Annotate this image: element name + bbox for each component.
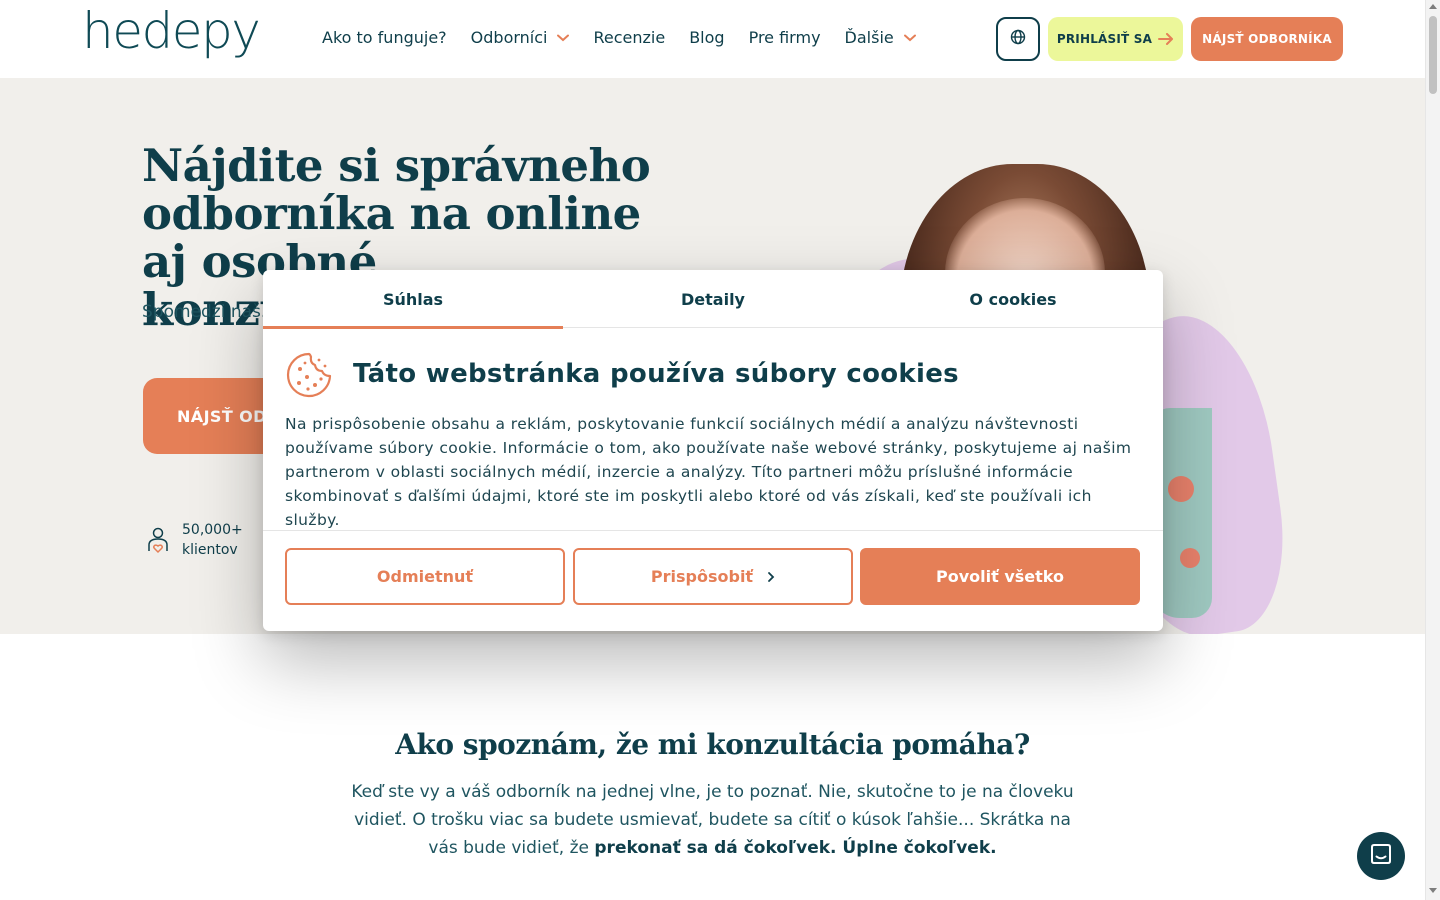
nav-label: Odborníci bbox=[470, 28, 548, 47]
nav-label: Blog bbox=[689, 28, 725, 47]
nav-label: Ako to funguje? bbox=[322, 28, 447, 47]
stat-label: klientov bbox=[182, 542, 238, 558]
customize-button[interactable]: Prispôsobiť bbox=[573, 548, 853, 605]
cookie-consent-dialog: Súhlas Detaily O cookies Táto webstránka… bbox=[263, 270, 1163, 631]
scroll-thumb[interactable] bbox=[1429, 16, 1437, 94]
page-scrollbar[interactable] bbox=[1425, 0, 1440, 900]
tab-about-cookies[interactable]: O cookies bbox=[863, 270, 1163, 328]
cookie-dialog-body: Na prispôsobenie obsahu a reklám, poskyt… bbox=[285, 415, 1132, 529]
deny-button[interactable]: Odmietnuť bbox=[285, 548, 565, 605]
site-header: hedepy Ako to funguje? Odborníci Recenzi… bbox=[0, 0, 1425, 78]
login-button[interactable]: PRIHLÁSIŤ SA bbox=[1048, 17, 1183, 61]
section-title: Ako spoznám, že mi konzultácia pomáha? bbox=[395, 728, 1030, 761]
find-expert-button[interactable]: NÁJSŤ ODBORNÍKA bbox=[1191, 17, 1343, 61]
section-text-bold: prekonať sa dá čokoľvek. Úplne čokoľvek. bbox=[594, 838, 997, 858]
nav-label: Pre firmy bbox=[748, 28, 821, 47]
nav-item-how-it-works[interactable]: Ako to funguje? bbox=[322, 28, 447, 47]
chevron-down-icon bbox=[557, 34, 570, 42]
nav-item-experts[interactable]: Odborníci bbox=[471, 28, 570, 47]
nav-item-reviews[interactable]: Recenzie bbox=[593, 28, 665, 47]
nav-label: Recenzie bbox=[593, 28, 666, 47]
customize-label: Prispôsobiť bbox=[650, 567, 754, 586]
chat-button[interactable] bbox=[1357, 832, 1405, 880]
nav-label: Ďalšie bbox=[844, 28, 894, 47]
chevron-down-icon bbox=[903, 34, 916, 42]
cookie-tabs: Súhlas Detaily O cookies bbox=[263, 270, 1163, 329]
shirt-pattern bbox=[1180, 548, 1200, 568]
cookie-icon bbox=[285, 351, 333, 399]
logo[interactable]: hedepy bbox=[82, 2, 261, 60]
scroll-down-icon[interactable] bbox=[1429, 888, 1437, 893]
user-heart-icon bbox=[146, 525, 170, 555]
section-text: Keď ste vy a váš odborník na jednej vlne… bbox=[340, 778, 1085, 862]
nav-item-for-companies[interactable]: Pre firmy bbox=[749, 28, 821, 47]
arrow-right-icon bbox=[1158, 33, 1174, 45]
nav-item-more[interactable]: Ďalšie bbox=[845, 28, 916, 47]
cookie-dialog-title: Táto webstránka používa súbory cookies bbox=[353, 359, 959, 389]
globe-icon bbox=[1010, 29, 1026, 49]
tab-consent[interactable]: Súhlas bbox=[263, 270, 563, 329]
scroll-up-icon[interactable] bbox=[1429, 4, 1437, 9]
main-nav: Ako to funguje? Odborníci Recenzie Blog … bbox=[322, 28, 940, 47]
chevron-right-icon bbox=[767, 571, 775, 583]
login-label: PRIHLÁSIŤ SA bbox=[1056, 32, 1153, 46]
stat-value: 50,000+ bbox=[182, 522, 243, 538]
stat-clients: 50,000+ klientov bbox=[146, 520, 243, 560]
language-button[interactable] bbox=[996, 17, 1040, 61]
chat-icon bbox=[1369, 842, 1393, 870]
divider bbox=[263, 530, 1163, 531]
stat-text: 50,000+ klientov bbox=[182, 520, 243, 560]
nav-item-blog[interactable]: Blog bbox=[689, 28, 724, 47]
tab-details[interactable]: Detaily bbox=[563, 270, 863, 328]
shirt-pattern bbox=[1168, 476, 1194, 502]
allow-all-button[interactable]: Povoliť všetko bbox=[860, 548, 1140, 605]
